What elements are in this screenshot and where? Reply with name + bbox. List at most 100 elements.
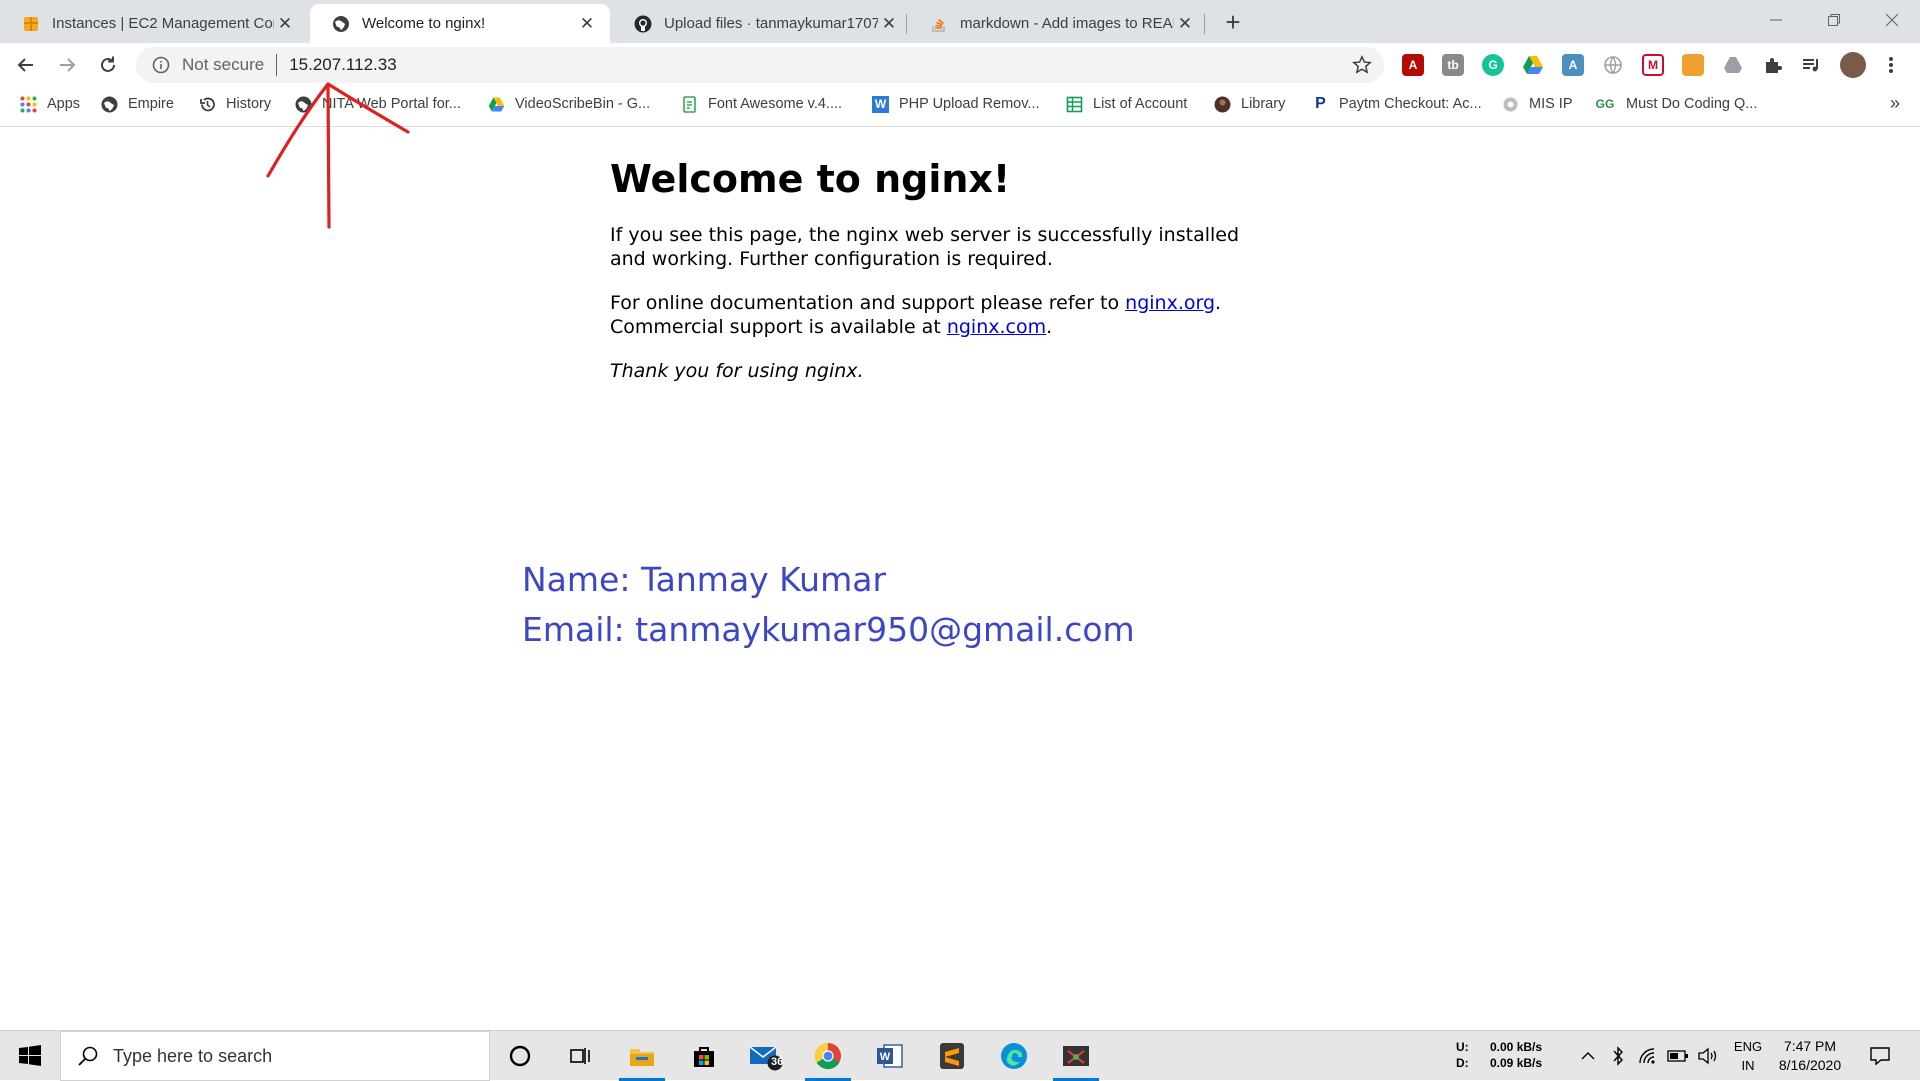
snipping-icon <box>1063 1046 1089 1066</box>
reload-button[interactable] <box>92 49 124 81</box>
snipping-tool-button[interactable] <box>1047 1031 1105 1081</box>
tab-github-upload[interactable]: Upload files · tanmaykumar1707/ ✕ <box>612 4 912 43</box>
mcafee-extension-icon[interactable]: M <box>1642 54 1664 76</box>
close-icon[interactable]: ✕ <box>576 14 598 34</box>
omnibox-divider <box>276 54 278 76</box>
download-label: D: <box>1456 1056 1469 1070</box>
document-icon <box>683 95 696 113</box>
grammarly-extension-icon[interactable]: G <box>1482 54 1504 76</box>
bookmark-videoscribe[interactable]: VideoScribeBin - G... <box>488 87 650 121</box>
tab-separator <box>1204 14 1205 34</box>
windows-logo-icon <box>19 1045 41 1066</box>
apps-grid-icon <box>20 96 37 112</box>
bookmark-php-upload[interactable]: W PHP Upload Remov... <box>872 87 1040 121</box>
volume-tray-button[interactable] <box>1694 1031 1722 1081</box>
google-drive-icon <box>488 97 505 111</box>
mail-button[interactable]: 36 <box>737 1031 795 1081</box>
taskbar-search-box[interactable]: Type here to search <box>60 1031 490 1081</box>
acrobat-extension-icon[interactable]: A <box>1402 54 1424 76</box>
thanks-paragraph: Thank you for using nginx. <box>610 360 864 382</box>
reload-icon <box>101 56 115 72</box>
file-explorer-button[interactable] <box>613 1031 671 1081</box>
tb-extension-icon[interactable]: tb <box>1442 54 1464 76</box>
media-queue-icon[interactable] <box>1800 54 1822 76</box>
bookmark-paytm[interactable]: P Paytm Checkout: Ac... <box>1312 87 1482 121</box>
screenshot-extension-icon[interactable]: A <box>1562 54 1584 76</box>
close-icon[interactable]: ✕ <box>878 14 900 34</box>
taskbar-clock[interactable]: 7:47 PM 8/16/2020 <box>1760 1037 1860 1075</box>
drive-gray-extension-icon[interactable] <box>1722 54 1744 76</box>
bookmark-label: Paytm Checkout: Ac... <box>1339 96 1482 112</box>
task-view-button[interactable] <box>551 1031 609 1081</box>
web-extension-icon[interactable] <box>1602 54 1624 76</box>
gfg-logo-icon: GG <box>1595 97 1615 111</box>
download-speed: 0.09 kB/s <box>1490 1056 1543 1070</box>
chrome-button[interactable] <box>799 1031 857 1081</box>
support-text: For online documentation and support ple… <box>610 292 1126 314</box>
restore-button[interactable] <box>1806 0 1862 40</box>
bluetooth-tray-button[interactable] <box>1604 1031 1632 1081</box>
globe-icon <box>333 15 349 32</box>
back-button[interactable] <box>10 49 42 81</box>
bookmark-list-of-account[interactable]: List of Account <box>1066 87 1187 121</box>
tab-welcome-nginx[interactable]: Welcome to nginx! ✕ <box>310 4 610 43</box>
wifi-tray-button[interactable] <box>1634 1031 1662 1081</box>
tray-overflow-button[interactable] <box>1574 1031 1602 1081</box>
action-center-button[interactable] <box>1860 1031 1900 1081</box>
info-icon[interactable] <box>152 56 170 74</box>
color-extension-icon[interactable] <box>1682 54 1704 76</box>
sublime-text-button[interactable] <box>923 1031 981 1081</box>
battery-icon <box>1667 1050 1688 1062</box>
tab-title: Instances | EC2 Management Con <box>52 15 274 32</box>
bookmark-apps[interactable]: Apps <box>20 87 80 121</box>
microsoft-store-button[interactable] <box>675 1031 733 1081</box>
cortana-circle-icon <box>509 1045 531 1067</box>
library-avatar-icon <box>1214 96 1231 112</box>
profile-avatar[interactable] <box>1840 52 1866 78</box>
new-tab-button[interactable]: + <box>1218 7 1248 37</box>
page-title: Welcome to nginx! <box>610 157 1011 201</box>
cortana-button[interactable] <box>491 1031 549 1081</box>
bookmark-star-icon[interactable] <box>1352 55 1372 75</box>
nginx-org-link[interactable]: nginx.org <box>1125 292 1215 314</box>
chevron-up-icon <box>1581 1052 1595 1060</box>
bookmark-mis-ip[interactable]: MIS IP <box>1502 87 1573 121</box>
nginx-welcome: Welcome to nginx! If you see this page, … <box>610 157 1270 403</box>
tab-strip: Instances | EC2 Management Con ✕ Welcome… <box>0 0 1920 43</box>
close-icon[interactable]: ✕ <box>274 14 296 34</box>
battery-tray-button[interactable] <box>1664 1031 1692 1081</box>
bookmark-nita[interactable]: NITA Web Portal for... <box>295 87 461 121</box>
extensions-puzzle-icon[interactable] <box>1762 54 1784 76</box>
tab-title: Upload files · tanmaykumar1707/ <box>664 15 878 32</box>
clock-date: 8/16/2020 <box>1778 1057 1842 1073</box>
security-label[interactable]: Not secure <box>182 55 264 75</box>
edge-button[interactable] <box>985 1031 1043 1081</box>
bookmark-label: VideoScribeBin - G... <box>515 96 651 112</box>
bookmark-library[interactable]: Library <box>1214 87 1285 121</box>
address-bar[interactable]: Not secure 15.207.112.33 <box>136 47 1384 83</box>
close-window-button[interactable] <box>1864 0 1920 40</box>
google-drive-extension-icon[interactable] <box>1522 54 1544 76</box>
url-text[interactable]: 15.207.112.33 <box>289 55 396 75</box>
nginx-com-link[interactable]: nginx.com <box>947 316 1046 338</box>
minimize-button[interactable] <box>1748 0 1804 40</box>
stackoverflow-icon <box>932 18 945 32</box>
close-icon[interactable]: ✕ <box>1174 14 1196 34</box>
word-button[interactable]: W <box>861 1031 919 1081</box>
tab-ec2-instances[interactable]: Instances | EC2 Management Con ✕ <box>0 4 308 43</box>
bookmark-font-awesome[interactable]: Font Awesome v.4.... <box>681 87 842 121</box>
chrome-menu-icon[interactable] <box>1880 54 1902 76</box>
tab-markdown-so[interactable]: markdown - Add images to READ ✕ <box>908 4 1208 43</box>
bookmark-geeksforgeeks[interactable]: GG Must Do Coding Q... <box>1594 87 1758 121</box>
folder-icon <box>630 1049 654 1066</box>
bookmark-empire[interactable]: Empire <box>101 87 174 121</box>
bookmark-history[interactable]: History <box>199 87 271 121</box>
author-name: Name: Tanmay Kumar <box>522 560 887 599</box>
network-speed-monitor: U: 0.00 kB/s D: 0.09 kB/s <box>1456 1039 1542 1071</box>
clock-time: 7:47 PM <box>1783 1038 1837 1054</box>
author-email: Email: tanmaykumar950@gmail.com <box>522 610 1135 649</box>
start-button[interactable] <box>0 1031 60 1081</box>
windows-taskbar: Type here to search 36 W U: 0.00 kB/s D: 0… <box>0 1030 1920 1081</box>
forward-button[interactable] <box>51 49 83 81</box>
bookmarks-overflow-button[interactable]: » <box>1890 93 1900 114</box>
